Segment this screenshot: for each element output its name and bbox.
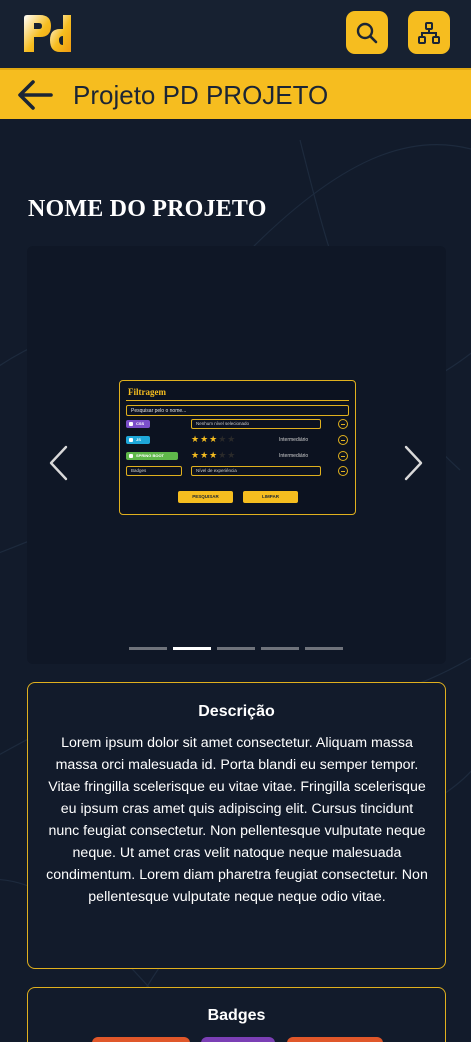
pd-logo[interactable]: [20, 12, 74, 54]
search-button[interactable]: [346, 11, 388, 54]
remove-icon: [338, 451, 348, 461]
top-navbar: [0, 0, 471, 68]
carousel-slide-image: Filtragem Pesquisar pelo o nome... CSS N…: [119, 380, 356, 515]
badge: [92, 1037, 190, 1042]
chevron-left-icon[interactable]: [47, 444, 69, 482]
clear-button: LIMPAR: [243, 491, 298, 503]
star-rating: ★★★★★: [191, 434, 237, 444]
page-title: Projeto PD PROJETO: [73, 80, 329, 110]
remove-icon: [338, 419, 348, 429]
filter-title: Filtragem: [128, 387, 166, 397]
sitemap-icon: [418, 21, 440, 44]
level-label: Intermediário: [279, 453, 309, 459]
search-submit-button: PESQUISAR: [178, 491, 233, 503]
project-name: NOME DO PROJETO: [28, 196, 267, 222]
carousel-indicator[interactable]: [217, 647, 255, 650]
level-field: Nenhum nível selecionado: [191, 419, 321, 429]
badges-select: Badges: [126, 466, 182, 476]
divider: [126, 400, 349, 401]
badge: [201, 1037, 275, 1042]
experience-select: Nível de experiência: [191, 466, 321, 476]
chevron-right-icon[interactable]: [403, 444, 425, 482]
tag-spring-boot: SPRING BOOT: [126, 452, 178, 460]
description-card: Descrição Lorem ipsum dolor sit amet con…: [27, 682, 446, 969]
star-rating: ★★★★★: [191, 450, 237, 460]
carousel-indicator[interactable]: [261, 647, 299, 650]
search-icon: [356, 22, 378, 43]
sitemap-button[interactable]: [408, 11, 450, 54]
arrow-left-icon[interactable]: [16, 78, 54, 112]
badge: [287, 1037, 383, 1042]
remove-icon: [338, 435, 348, 445]
page-title-bar: Projeto PD PROJETO: [0, 68, 471, 119]
carousel-indicator[interactable]: [305, 647, 343, 650]
image-carousel[interactable]: Filtragem Pesquisar pelo o nome... CSS N…: [27, 246, 446, 664]
tag-css: CSS: [126, 420, 150, 428]
tag-js: JS: [126, 436, 150, 444]
level-label: Intermediário: [279, 437, 309, 443]
carousel-indicator[interactable]: [129, 647, 167, 650]
badges-card: Badges: [27, 987, 446, 1042]
add-icon: [338, 466, 348, 476]
carousel-indicator-active[interactable]: [173, 647, 211, 650]
badges-title: Badges: [207, 1007, 266, 1024]
description-title: Descrição: [198, 703, 275, 720]
description-text: Lorem ipsum dolor sit amet consectetur. …: [46, 735, 428, 905]
filter-search-input: Pesquisar pelo o nome...: [126, 405, 349, 416]
